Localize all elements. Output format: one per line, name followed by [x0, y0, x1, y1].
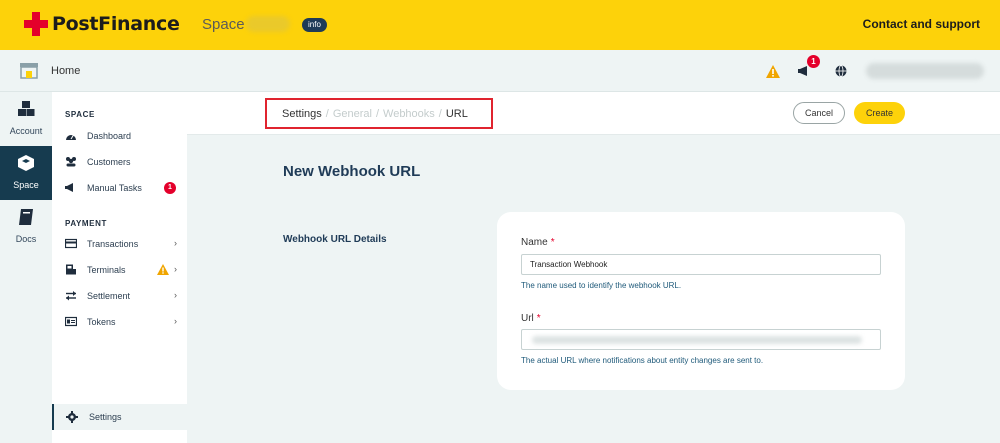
contact-support-link[interactable]: Contact and support	[863, 17, 980, 31]
left-rail: Account Space Docs	[0, 92, 52, 443]
manual-tasks-badge: 1	[164, 182, 176, 194]
required-marker: *	[536, 313, 541, 324]
name-input[interactable]	[521, 254, 881, 275]
sidebar-item-settings[interactable]: Settings	[52, 404, 187, 430]
sidebar-item-terminals[interactable]: Terminals ›	[52, 258, 187, 282]
breadcrumb-separator: /	[325, 107, 329, 120]
sidebar-item-label: Dashboard	[87, 131, 132, 141]
notification-badge: 1	[807, 55, 820, 68]
chevron-right-icon: ›	[174, 238, 177, 248]
id-card-icon	[65, 316, 77, 327]
name-label-text: Name	[521, 237, 548, 248]
book-icon	[19, 209, 33, 225]
cube-icon	[18, 155, 34, 171]
url-label-text: Url	[521, 313, 534, 324]
required-marker: *	[550, 237, 555, 248]
sidebar-item-tokens[interactable]: Tokens ›	[52, 310, 187, 334]
space-label: Space	[202, 16, 245, 33]
cubes-icon	[18, 101, 35, 116]
chevron-right-icon: ›	[174, 264, 177, 274]
webhook-details-card: Name* The name used to identify the webh…	[497, 212, 905, 390]
sidebar-item-label: Tokens	[87, 317, 116, 327]
page-title: New Webhook URL	[283, 163, 421, 180]
sidebar-item-label: Manual Tasks	[87, 183, 142, 193]
breadcrumb: Settings / General / Webhooks / URL	[265, 98, 493, 129]
sidebar: SPACE Dashboard Customers Manual Tasks 1…	[52, 92, 187, 443]
url-value-redacted	[532, 336, 862, 344]
url-input[interactable]	[521, 329, 881, 350]
name-field-label: Name *	[521, 237, 555, 248]
sidebar-item-settlement[interactable]: Settlement ›	[52, 284, 187, 308]
warning-icon	[157, 264, 169, 275]
sidebar-item-label: Customers	[87, 157, 131, 167]
url-field-label: Url *	[521, 313, 541, 324]
space-name-redacted	[246, 16, 290, 32]
sidebar-item-dashboard[interactable]: Dashboard	[52, 124, 187, 148]
megaphone-icon	[65, 183, 73, 192]
gear-icon	[66, 411, 78, 423]
rail-item-docs[interactable]: Docs	[0, 200, 52, 254]
rail-label: Space	[13, 180, 39, 190]
create-button[interactable]: Create	[854, 102, 905, 124]
breadcrumb-separator: /	[438, 107, 442, 120]
sidebar-item-customers[interactable]: Customers	[52, 150, 187, 174]
sidebar-section-payment: PAYMENT	[65, 219, 107, 228]
page-header: Settings / General / Webhooks / URL Canc…	[187, 92, 1000, 135]
rail-item-account[interactable]: Account	[0, 92, 52, 146]
sidebar-item-label: Settings	[89, 412, 122, 422]
breadcrumb-webhooks[interactable]: Webhooks	[383, 108, 435, 120]
chevron-right-icon: ›	[174, 316, 177, 326]
swiss-cross-icon	[24, 12, 48, 36]
postfinance-logo[interactable]: PostFinance	[24, 12, 180, 36]
cancel-button[interactable]: Cancel	[793, 102, 845, 124]
user-menu-redacted[interactable]	[866, 63, 984, 79]
rail-label: Docs	[15, 234, 37, 244]
sidebar-item-transactions[interactable]: Transactions ›	[52, 232, 187, 256]
info-badge[interactable]: info	[302, 18, 327, 32]
top-bar: PostFinance Space info Contact and suppo…	[0, 0, 1000, 50]
exchange-icon	[66, 291, 76, 301]
warning-icon[interactable]	[766, 65, 780, 78]
sidebar-section-space: SPACE	[65, 110, 95, 119]
rail-label: Account	[9, 126, 43, 136]
breadcrumb-settings[interactable]: Settings	[282, 108, 322, 120]
breadcrumb-separator: /	[375, 107, 380, 120]
chevron-right-icon: ›	[174, 290, 177, 300]
users-icon	[66, 157, 76, 167]
brand-name: PostFinance	[52, 13, 180, 35]
sidebar-item-label: Settlement	[87, 291, 131, 301]
breadcrumb-general[interactable]: General	[333, 108, 372, 120]
name-helper-text: The name used to identify the webhook UR…	[521, 281, 682, 290]
store-icon[interactable]	[18, 60, 40, 80]
breadcrumb-url: URL	[445, 107, 468, 120]
url-helper-text: The actual URL where notifications about…	[521, 356, 764, 365]
sidebar-item-label: Transactions	[87, 239, 139, 249]
sub-bar: Home 1	[0, 50, 1000, 92]
terminal-icon	[66, 264, 76, 275]
section-title: Webhook URL Details	[283, 234, 387, 245]
globe-icon[interactable]	[835, 65, 847, 77]
card-icon	[65, 238, 77, 249]
sidebar-item-manual-tasks[interactable]: Manual Tasks 1	[52, 176, 187, 200]
sidebar-item-label: Terminals	[87, 265, 126, 275]
home-breadcrumb[interactable]: Home	[51, 65, 80, 77]
rail-item-space[interactable]: Space	[0, 146, 52, 200]
dashboard-icon	[66, 134, 76, 140]
